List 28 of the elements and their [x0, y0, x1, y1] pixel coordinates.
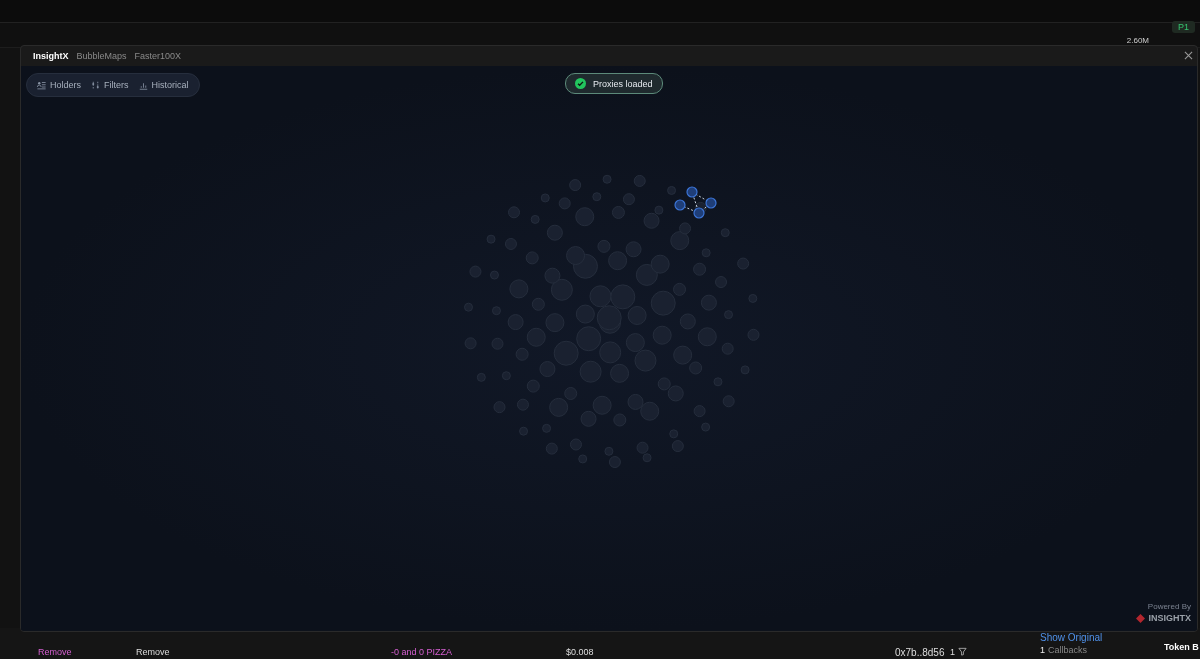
powered-by-caption: Powered By [1147, 602, 1191, 611]
toast-message: Proxies loaded [593, 78, 653, 89]
maker-count: 1 [950, 647, 955, 657]
sliders-icon [91, 80, 100, 90]
show-original-link[interactable]: Show Original [1040, 632, 1103, 643]
token-tab[interactable]: Token B [1164, 642, 1199, 652]
toolbar-button[interactable]: Filters [87, 78, 133, 92]
chart-icon [138, 80, 148, 90]
callbacks-label[interactable]: Callbacks [1048, 645, 1088, 655]
price-label: 2.60M [1126, 36, 1149, 45]
trade-type: Remove [38, 647, 72, 657]
check-icon [575, 78, 586, 89]
toolbar-button[interactable]: Holders [33, 78, 85, 92]
callback-count: 1 [1040, 645, 1045, 655]
list-icon [37, 80, 46, 90]
table-cell: -0 and 0 PIZZA [391, 647, 453, 657]
table-cell: Remove [136, 647, 170, 657]
close-icon[interactable] [1184, 51, 1193, 60]
maker-address[interactable]: 0x7b..8d56 [895, 647, 945, 658]
toolbar-button[interactable]: Historical [134, 78, 193, 92]
position-badge: P1 [1172, 21, 1195, 33]
logo-icon [1136, 613, 1146, 623]
window-tab[interactable]: BubbleMaps [72, 51, 131, 61]
window-tab[interactable]: Faster100X [130, 51, 186, 61]
brand-name: INSIGHTX [1148, 613, 1191, 623]
window-tab[interactable]: InsightX [29, 51, 73, 61]
filter-icon[interactable] [958, 647, 967, 656]
table-cell: $0.008 [566, 647, 594, 657]
